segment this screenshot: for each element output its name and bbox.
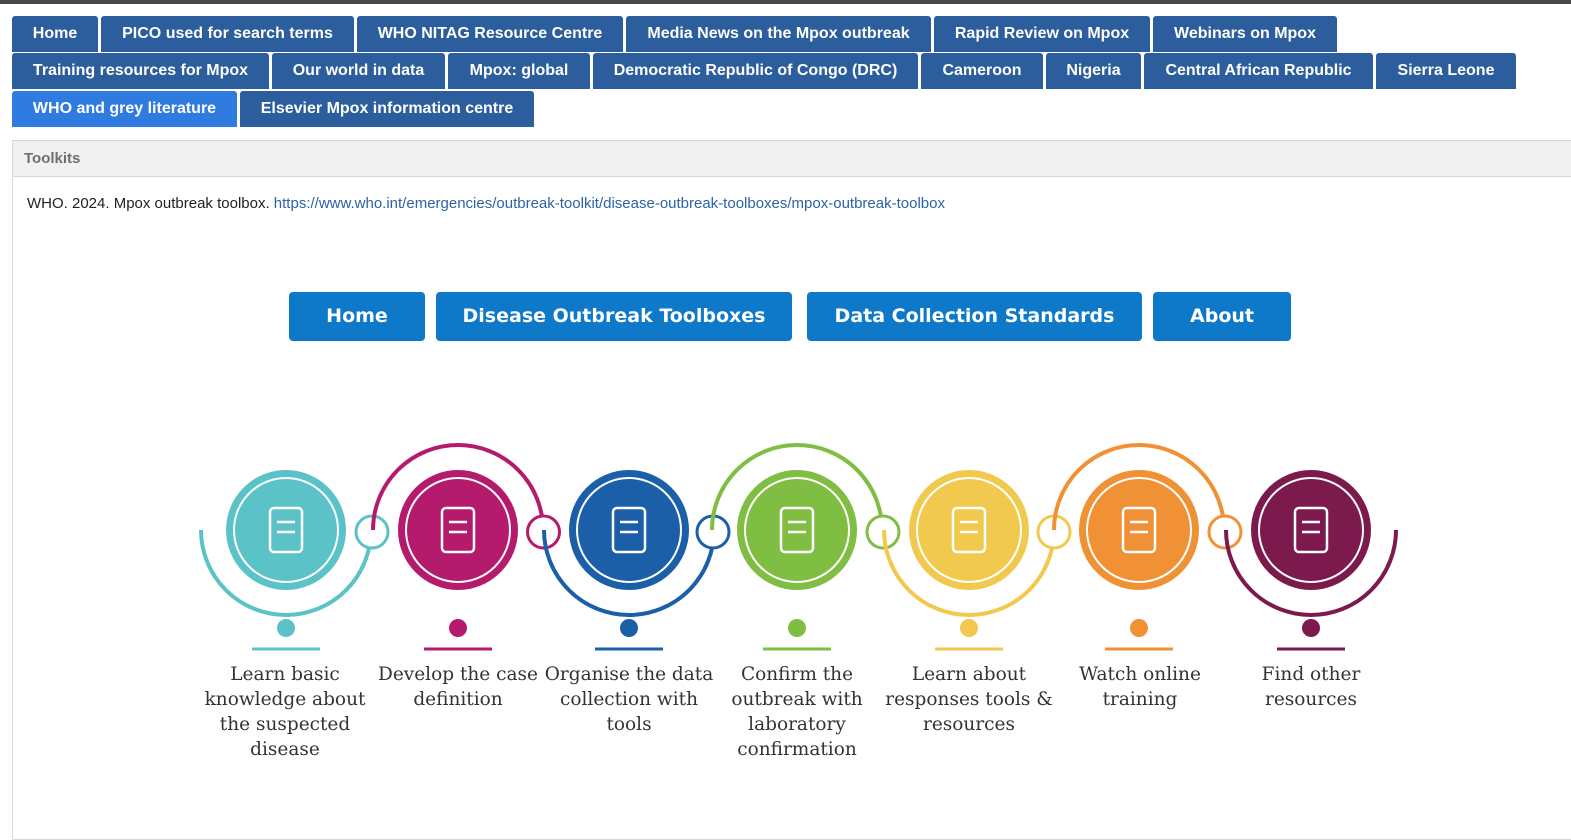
tab-drc[interactable]: Democratic Republic of Congo (DRC)	[593, 53, 918, 89]
step-label-7: Find other resources	[1261, 664, 1361, 710]
top-border	[0, 0, 1571, 4]
tab-webinars[interactable]: Webinars on Mpox	[1153, 16, 1337, 52]
tab-cameroon[interactable]: Cameroon	[921, 53, 1043, 89]
step-circle-2	[398, 470, 518, 590]
step-circle-7	[1251, 470, 1371, 590]
toolbox-link[interactable]: https://www.who.int/emergencies/outbreak…	[274, 195, 945, 212]
tab-rapid-review[interactable]: Rapid Review on Mpox	[934, 16, 1150, 52]
steps-infographic	[199, 443, 1398, 651]
tab-who-grey-literature[interactable]: WHO and grey literature	[12, 91, 237, 127]
panel-header: Toolkits	[13, 141, 1571, 177]
step-dot-4	[788, 619, 806, 637]
tab-sierra-leone[interactable]: Sierra Leone	[1376, 53, 1516, 89]
step-label-1: Learn basic knowledge about the suspecte…	[204, 664, 366, 760]
toolbox-about-button[interactable]: About	[1153, 292, 1291, 341]
citation-text: WHO. 2024. Mpox outbreak toolbox.	[27, 195, 270, 212]
step-label-5: Learn about responses tools & resources	[885, 664, 1053, 735]
step-label-3: Organise the data collection with tools	[544, 664, 714, 735]
tab-media-news[interactable]: Media News on the Mpox outbreak	[626, 16, 931, 52]
step-dot-5	[960, 619, 978, 637]
step-circle-1	[226, 470, 346, 590]
step-circle-4	[737, 470, 857, 590]
step-dot-3	[620, 619, 638, 637]
step-label-6: Watch online training	[1079, 664, 1201, 710]
step-dot-1	[277, 619, 295, 637]
tab-elsevier[interactable]: Elsevier Mpox information centre	[240, 91, 534, 127]
tab-mpox-global[interactable]: Mpox: global	[448, 53, 590, 89]
toolbox-data-standards-button[interactable]: Data Collection Standards	[807, 292, 1142, 341]
tab-our-world-in-data[interactable]: Our world in data	[272, 53, 445, 89]
step-dot-7	[1302, 619, 1320, 637]
step-label-4: Confirm the outbreak with laboratory con…	[731, 664, 863, 760]
step-circle-5	[909, 470, 1029, 590]
tab-who-nitag[interactable]: WHO NITAG Resource Centre	[357, 16, 623, 52]
step-label-2: Develop the case definition	[378, 664, 538, 710]
citation: WHO. 2024. Mpox outbreak toolbox. https:…	[27, 195, 945, 212]
tab-home[interactable]: Home	[12, 16, 98, 52]
tab-nigeria[interactable]: Nigeria	[1046, 53, 1141, 89]
toolbox-outbreak-toolboxes-button[interactable]: Disease Outbreak Toolboxes	[436, 292, 792, 341]
step-dot-6	[1130, 619, 1148, 637]
toolbox-home-button[interactable]: Home	[289, 292, 425, 341]
tab-training-resources[interactable]: Training resources for Mpox	[12, 53, 269, 89]
step-dot-2	[449, 619, 467, 637]
step-circle-6	[1079, 470, 1199, 590]
step-circle-3	[569, 470, 689, 590]
tab-pico[interactable]: PICO used for search terms	[101, 16, 354, 52]
tab-central-african-republic[interactable]: Central African Republic	[1144, 53, 1373, 89]
